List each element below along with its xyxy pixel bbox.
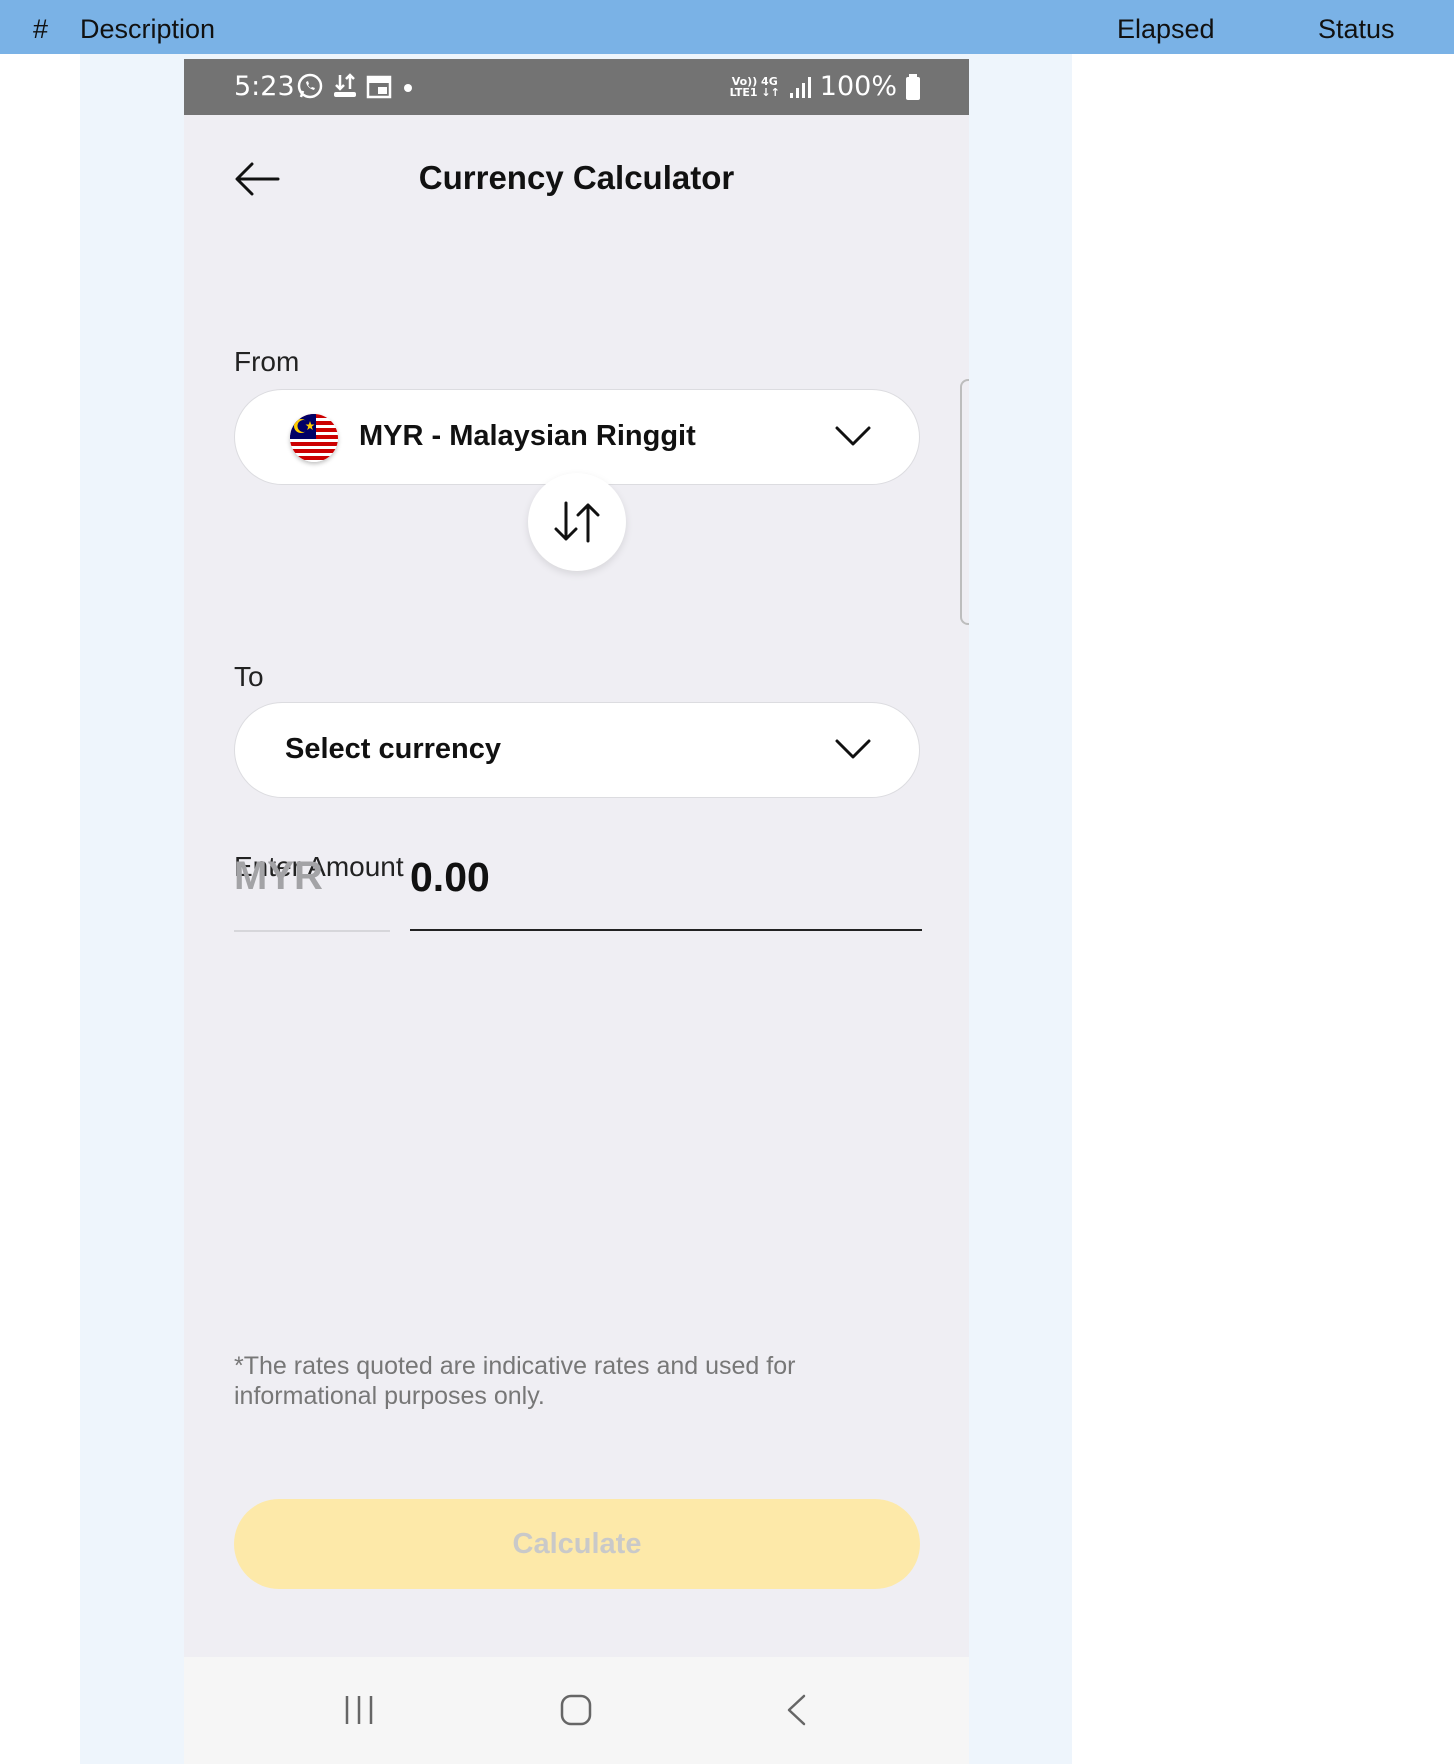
page-title: Currency Calculator xyxy=(418,159,735,196)
currency-underline xyxy=(234,930,390,932)
home-icon[interactable] xyxy=(559,1693,593,1727)
column-elapsed: Elapsed xyxy=(1117,14,1215,44)
to-currency-dropdown[interactable]: Select currency xyxy=(234,702,920,798)
system-nav-bar xyxy=(184,1657,969,1764)
battery-percent: 100% xyxy=(819,71,897,102)
battery-icon xyxy=(906,73,920,100)
swap-currency-button[interactable] xyxy=(528,473,626,571)
status-bar: 5:23 Vo)) 4G LTE1 ↓↑ 100% xyxy=(184,59,969,115)
from-currency-value: MYR - Malaysian Ringgit xyxy=(359,420,696,452)
dot-icon xyxy=(404,84,412,92)
to-label: To xyxy=(234,661,264,692)
calculate-button[interactable]: Calculate xyxy=(234,1499,920,1589)
disclaimer-text: *The rates quoted are indicative rates a… xyxy=(234,1352,796,1410)
status-time: 5:23 xyxy=(234,71,295,102)
from-currency-dropdown[interactable]: MYR - Malaysian Ringgit xyxy=(234,389,920,485)
amount-currency-code: MYR xyxy=(234,854,323,898)
notification-icons xyxy=(296,72,416,100)
chevron-down-icon xyxy=(835,739,871,759)
column-number: # xyxy=(33,14,49,44)
transfer-icon xyxy=(334,73,356,97)
whatsapp-icon xyxy=(297,73,323,99)
side-panel-handle[interactable] xyxy=(960,379,969,625)
signal-icon xyxy=(789,76,811,98)
network-indicator: Vo)) 4G LTE1 ↓↑ xyxy=(729,74,780,99)
column-description: Description xyxy=(80,14,216,44)
status-right: Vo)) 4G LTE1 ↓↑ 100% xyxy=(730,71,921,102)
phone-screen: 5:23 Vo)) 4G LTE1 ↓↑ 100% Currency Calcu… xyxy=(184,59,969,1764)
malaysia-flag-icon xyxy=(290,414,338,462)
column-status: Status xyxy=(1318,14,1395,44)
from-label: From xyxy=(234,346,300,377)
recent-apps-icon[interactable] xyxy=(342,1693,376,1727)
report-header: # Description Elapsed Status xyxy=(0,0,1454,54)
swap-icon xyxy=(554,501,600,543)
amount-underline xyxy=(410,929,922,931)
to-currency-placeholder: Select currency xyxy=(285,733,502,765)
amount-input[interactable] xyxy=(410,854,922,901)
chevron-down-icon xyxy=(835,426,871,446)
calendar-icon xyxy=(366,75,392,99)
nav-back-icon[interactable] xyxy=(784,1693,808,1727)
